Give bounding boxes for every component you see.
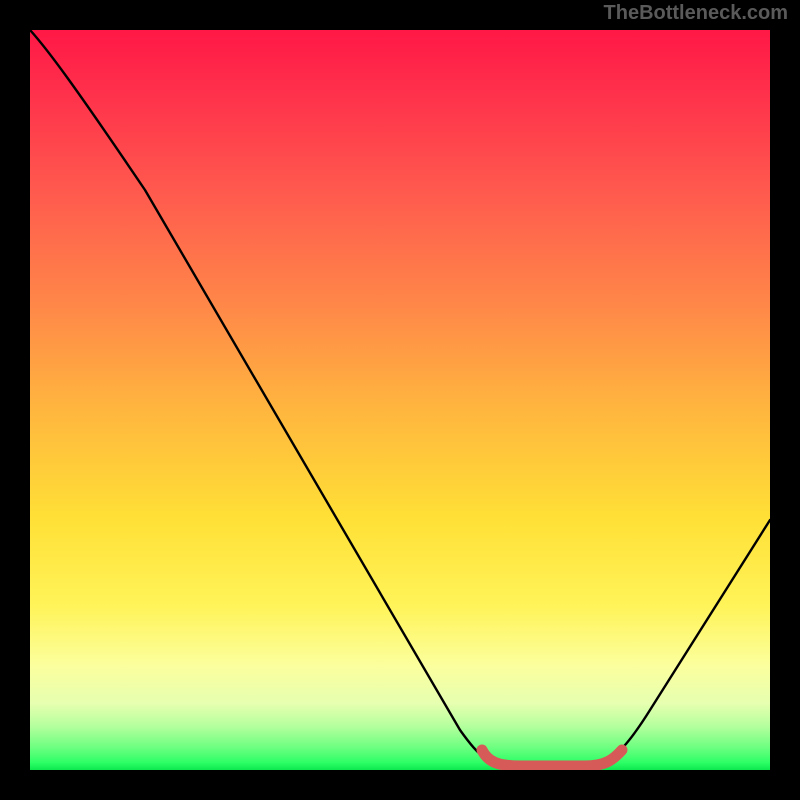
- optimal-zone-marker: [482, 750, 622, 766]
- bottleneck-curve: [30, 30, 770, 766]
- chart-container: TheBottleneck.com: [0, 0, 800, 800]
- watermark-text: TheBottleneck.com: [604, 2, 788, 25]
- curve-layer: [30, 30, 770, 770]
- plot-area: [30, 30, 770, 770]
